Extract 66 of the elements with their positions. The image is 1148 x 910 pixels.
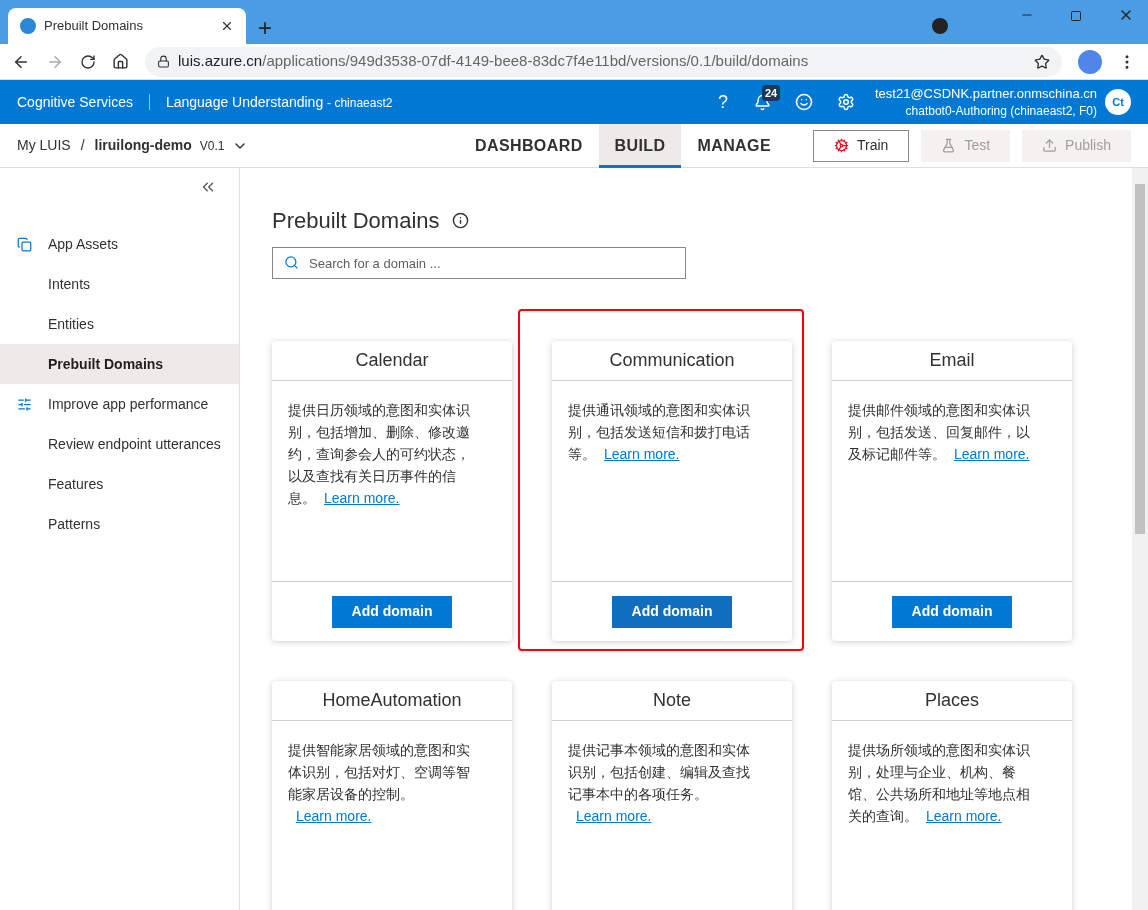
card-title: Calendar bbox=[272, 341, 512, 381]
learn-more-link[interactable]: Learn more. bbox=[576, 808, 652, 824]
card-description: 提供邮件领域的意图和实体识别，包括发送、回复邮件，以及标记邮件等。 Learn more. bbox=[847, 401, 1031, 464]
train-icon bbox=[834, 138, 849, 153]
learn-more-link[interactable]: Learn more. bbox=[324, 490, 400, 506]
app-name: liruilong-demo bbox=[94, 136, 192, 155]
home-icon[interactable] bbox=[112, 53, 129, 70]
tab-title: Prebuilt Domains bbox=[44, 17, 144, 36]
nav-tab[interactable]: DASHBOARD bbox=[459, 123, 599, 168]
add-domain-button[interactable]: Add domain bbox=[332, 595, 452, 628]
test-icon bbox=[941, 138, 957, 153]
lock-icon bbox=[157, 55, 170, 68]
search-icon bbox=[284, 255, 299, 270]
sidebar-item[interactable]: App Assets bbox=[0, 224, 239, 264]
breadcrumb-separator: / bbox=[80, 136, 85, 155]
add-domain-button[interactable]: Add domain bbox=[612, 595, 732, 628]
version-label: V0.1 bbox=[199, 137, 225, 155]
new-tab-button[interactable]: + bbox=[258, 16, 272, 40]
avatar[interactable]: Ct bbox=[1105, 89, 1131, 115]
learn-more-link[interactable]: Learn more. bbox=[954, 446, 1030, 462]
train-button[interactable]: Train bbox=[813, 129, 910, 162]
brand-link[interactable]: Cognitive Services bbox=[17, 91, 133, 113]
card-title: Note bbox=[552, 681, 792, 721]
reload-icon[interactable] bbox=[80, 53, 96, 70]
learn-more-link[interactable]: Learn more. bbox=[604, 446, 680, 462]
browser-tab[interactable]: Prebuilt Domains bbox=[8, 8, 246, 44]
card-title: Places bbox=[832, 681, 1072, 721]
sidebar-item[interactable]: Intents bbox=[0, 264, 239, 304]
assets-icon bbox=[17, 236, 32, 252]
sidebar-item[interactable]: Patterns bbox=[0, 504, 239, 544]
feedback-icon[interactable] bbox=[794, 93, 813, 111]
add-domain-button[interactable]: Add domain bbox=[892, 595, 1012, 628]
card-description: 提供通讯领域的意图和实体识别，包括发送短信和拨打电话等。 Learn more. bbox=[567, 401, 751, 464]
nav-tab[interactable]: MANAGE bbox=[681, 123, 787, 168]
performance-icon bbox=[17, 396, 32, 412]
learn-more-link[interactable]: Learn more. bbox=[926, 808, 1002, 824]
card-title: Communication bbox=[552, 341, 792, 381]
user-email: test21@CSDNK.partner.onmschina.cn bbox=[874, 85, 1097, 103]
url-text: luis.azure.cn/applications/949d3538-07df-4149-bee8-83dc7f4e11bd/versions/0.1/build/domains bbox=[178, 51, 810, 72]
learn-more-link[interactable]: Learn more. bbox=[296, 808, 372, 824]
card-title: Email bbox=[832, 341, 1072, 381]
page-title: Prebuilt Domains bbox=[272, 207, 440, 235]
address-bar[interactable]: luis.azure.cn/applications/949d3538-07df-4149-bee8-83dc7f4e11bd/versions/0.1/build/domains bbox=[145, 46, 1062, 77]
notification-count: 24 bbox=[761, 84, 781, 101]
subscription-name: chatbot0-Authoring (chinaeast2, F0) bbox=[905, 103, 1097, 119]
service-name: Language Understanding - chinaeast2 bbox=[165, 92, 393, 112]
sidebar-item[interactable]: Improve app performance bbox=[0, 384, 239, 424]
card-description: 提供日历领域的意图和实体识别，包括增加、删除、修改邀约，查询参会人的可约状态，以及查找有关日历事件的信息。 Learn more. bbox=[287, 401, 471, 508]
star-icon[interactable] bbox=[1034, 53, 1050, 70]
publish-icon bbox=[1042, 138, 1058, 153]
breadcrumb-link[interactable]: My LUIS bbox=[17, 135, 71, 156]
sidebar-item[interactable]: Features bbox=[0, 464, 239, 504]
card-description: 提供智能家居领域的意图和实体识别，包括对灯、空调等智能家居设备的控制。 Learn more. bbox=[287, 741, 471, 826]
card-title: HomeAutomation bbox=[272, 681, 512, 721]
nav-tab[interactable]: BUILD bbox=[598, 123, 682, 168]
maximize-icon[interactable] bbox=[1070, 10, 1082, 22]
sidebar-item[interactable]: Entities bbox=[0, 304, 239, 344]
close-icon[interactable] bbox=[220, 19, 234, 33]
help-button[interactable]: ? bbox=[717, 88, 728, 116]
settings-icon[interactable] bbox=[836, 93, 855, 111]
sidebar-item[interactable]: Review endpoint utterances bbox=[0, 424, 239, 464]
card-description: 提供场所领域的意图和实体识别，处理与企业、机构、餐馆、公共场所和地址等地点相关的查询。 Learn more. bbox=[847, 741, 1031, 826]
sidebar-item[interactable]: Prebuilt Domains bbox=[0, 344, 239, 384]
card-description: 提供记事本领域的意图和实体识别，包括创建、编辑及查找记事本中的各项任务。 Learn more. bbox=[567, 741, 751, 826]
info-icon[interactable] bbox=[451, 212, 469, 229]
search-field[interactable]: Search for a domain ... bbox=[272, 247, 686, 279]
